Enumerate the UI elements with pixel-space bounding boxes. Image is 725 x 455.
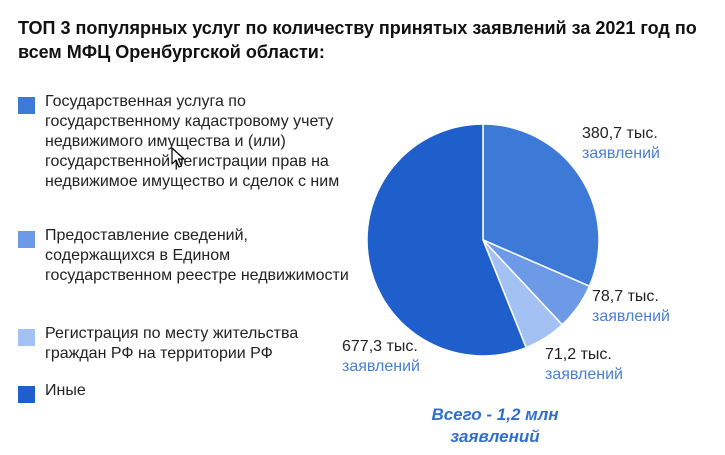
- data-label-egrn-value: 78,7 тыс.: [592, 288, 659, 305]
- data-label-other-unit: заявлений: [342, 358, 420, 375]
- mouse-cursor-icon: [171, 147, 185, 168]
- total-caption: Всего - 1,2 млн заявлений: [431, 405, 559, 446]
- data-label-other: 677,3 тыс. заявлений: [342, 337, 420, 377]
- data-label-cadastral: 380,7 тыс. заявлений: [582, 124, 660, 164]
- data-label-cadastral-value: 380,7 тыс.: [582, 125, 658, 142]
- data-label-registration-unit: заявлений: [545, 366, 623, 383]
- data-label-registration: 71,2 тыс. заявлений: [545, 345, 623, 385]
- data-label-other-value: 677,3 тыс.: [342, 338, 418, 355]
- data-label-egrn: 78,7 тыс. заявлений: [592, 287, 670, 327]
- data-label-egrn-unit: заявлений: [592, 308, 670, 325]
- pie-chart: [366, 123, 600, 357]
- data-label-cadastral-unit: заявлений: [582, 145, 660, 162]
- data-label-registration-value: 71,2 тыс.: [545, 346, 612, 363]
